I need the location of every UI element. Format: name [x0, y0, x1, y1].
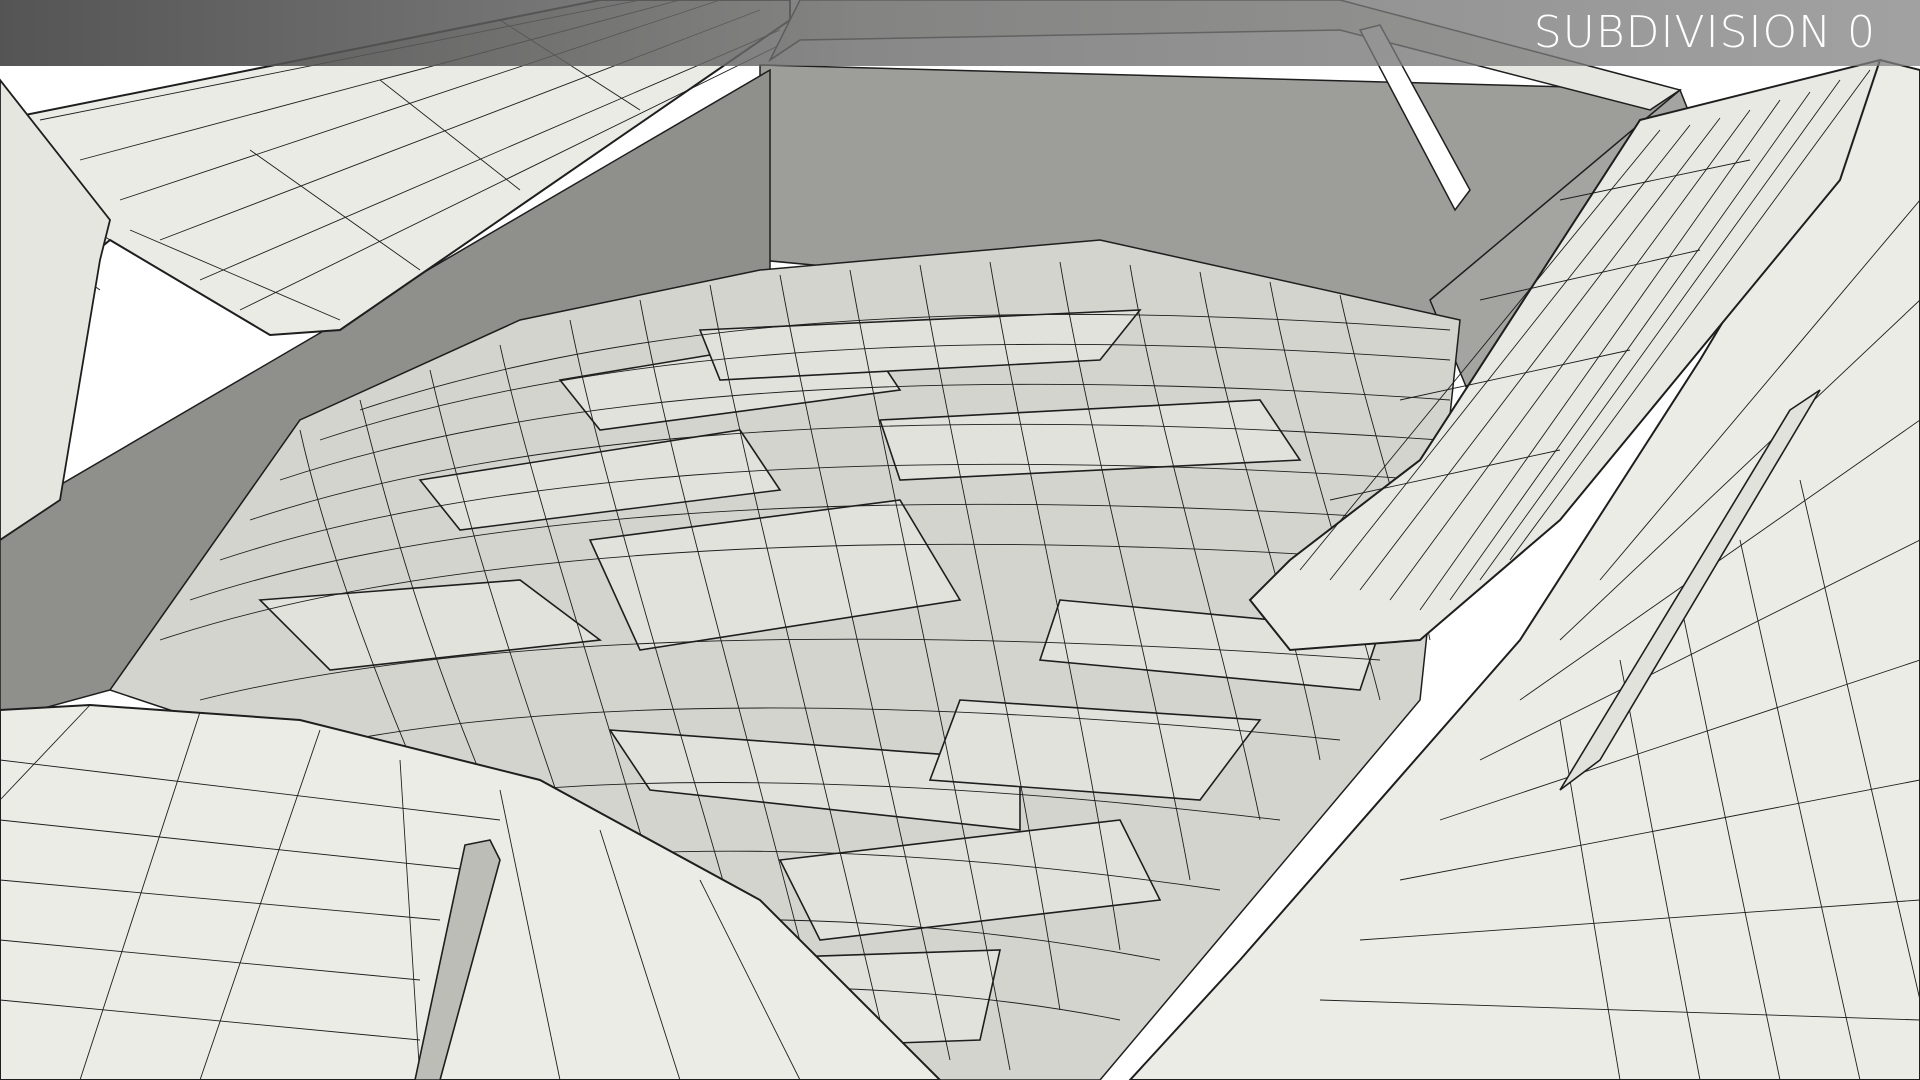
wireframe-render [0, 0, 1920, 1080]
render-viewport: SUBDIVISION 0 [0, 0, 1920, 1080]
overlay-title-bar: SUBDIVISION 0 [0, 0, 1920, 66]
subdivision-label: SUBDIVISION 0 [1533, 7, 1876, 58]
